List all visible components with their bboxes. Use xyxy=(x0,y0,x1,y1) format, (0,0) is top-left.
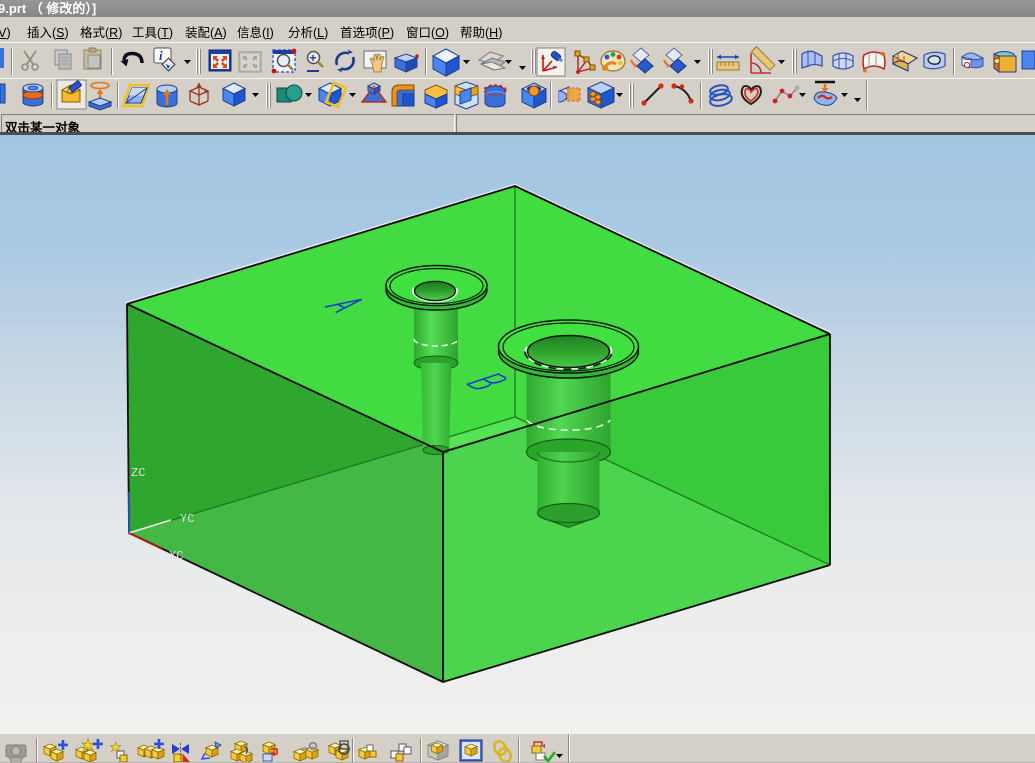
svg-text:i: i xyxy=(159,48,163,63)
svg-text:ZC: ZC xyxy=(131,466,145,480)
svg-text:YC: YC xyxy=(180,512,194,526)
svg-text:+: + xyxy=(310,51,317,65)
svg-text:XC: XC xyxy=(169,549,183,563)
